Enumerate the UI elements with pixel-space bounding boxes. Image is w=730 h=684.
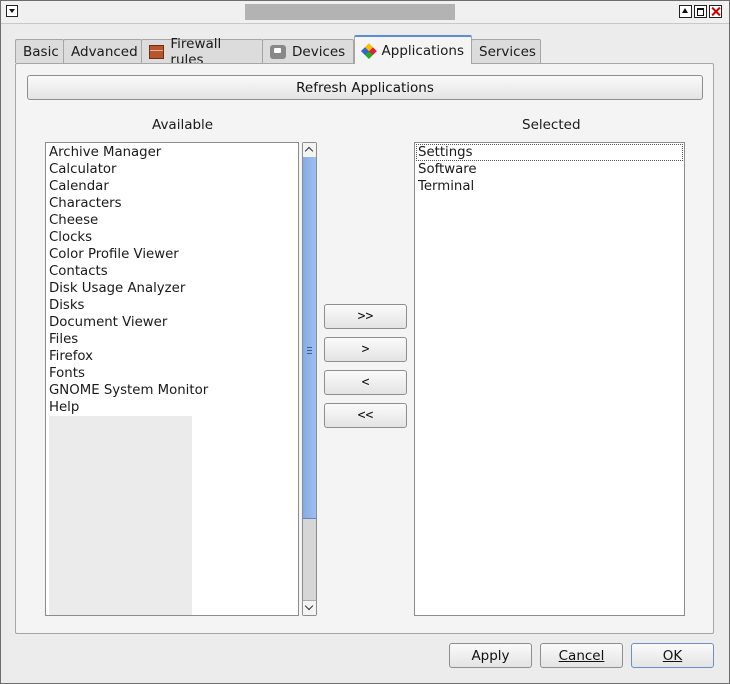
- ok-button[interactable]: OK: [631, 643, 714, 668]
- title-bar: [1, 1, 729, 24]
- scroll-up-icon[interactable]: [303, 143, 316, 158]
- list-item[interactable]: Terminal: [415, 178, 684, 195]
- tab-services[interactable]: Services: [471, 39, 541, 63]
- list-item[interactable]: Disks: [46, 297, 298, 314]
- tab-label: Services: [479, 43, 536, 60]
- list-item[interactable]: Software: [415, 161, 684, 178]
- window-menu-icon[interactable]: [6, 5, 18, 17]
- move-all-right-button[interactable]: >>: [324, 304, 407, 329]
- applications-icon: [360, 42, 377, 59]
- devices-icon: [270, 44, 286, 59]
- available-label: Available: [152, 117, 214, 133]
- window-title: [245, 4, 455, 20]
- tab-label: Devices: [292, 43, 346, 60]
- list-item[interactable]: Calendar: [46, 178, 298, 195]
- close-icon[interactable]: [709, 5, 722, 18]
- list-item[interactable]: Cheese: [46, 212, 298, 229]
- move-left-button[interactable]: <: [324, 370, 407, 395]
- list-item[interactable]: Disk Usage Analyzer: [46, 280, 298, 297]
- ok-label: OK: [662, 647, 683, 664]
- list-placeholder-area: [49, 416, 192, 615]
- list-item[interactable]: Firefox: [46, 348, 298, 365]
- list-item[interactable]: Color Profile Viewer: [46, 246, 298, 263]
- tab-advanced[interactable]: Advanced: [63, 39, 142, 63]
- maximize-icon[interactable]: [694, 5, 707, 18]
- cancel-label: Cancel: [558, 647, 605, 664]
- scroll-down-icon[interactable]: [303, 600, 316, 615]
- tab-firewall-rules[interactable]: Firewall rules: [141, 36, 263, 68]
- tab-applications[interactable]: Applications: [354, 35, 472, 64]
- list-item[interactable]: Files: [46, 331, 298, 348]
- apply-button[interactable]: Apply: [449, 643, 532, 668]
- scroll-thumb[interactable]: [303, 157, 316, 519]
- list-item[interactable]: Clocks: [46, 229, 298, 246]
- list-item[interactable]: Help: [46, 399, 298, 416]
- shade-icon[interactable]: [679, 5, 692, 18]
- available-list[interactable]: Archive Manager Calculator Calendar Charact…: [45, 142, 299, 616]
- available-scrollbar[interactable]: [302, 142, 317, 616]
- tab-basic[interactable]: Basic: [15, 39, 64, 63]
- move-all-left-button[interactable]: <<: [324, 403, 407, 428]
- apply-label: Apply: [471, 647, 510, 664]
- tab-label: Applications: [381, 42, 464, 59]
- tab-label: Basic: [23, 43, 59, 60]
- list-item[interactable]: Fonts: [46, 365, 298, 382]
- list-item[interactable]: Calculator: [46, 161, 298, 178]
- list-item[interactable]: Settings: [416, 144, 683, 161]
- tab-devices[interactable]: Devices: [262, 39, 354, 63]
- selected-label: Selected: [522, 117, 581, 133]
- firewall-icon: [149, 44, 165, 59]
- list-item[interactable]: Characters: [46, 195, 298, 212]
- refresh-applications-button[interactable]: Refresh Applications: [27, 75, 703, 100]
- grip-icon: [307, 347, 312, 354]
- cancel-button[interactable]: Cancel: [540, 643, 623, 668]
- tab-label: Advanced: [71, 43, 138, 60]
- selected-list[interactable]: Settings Software Terminal: [414, 142, 685, 616]
- list-item[interactable]: Document Viewer: [46, 314, 298, 331]
- list-item[interactable]: GNOME System Monitor: [46, 382, 298, 399]
- list-item[interactable]: Archive Manager: [46, 144, 298, 161]
- list-item[interactable]: Contacts: [46, 263, 298, 280]
- move-right-button[interactable]: >: [324, 337, 407, 362]
